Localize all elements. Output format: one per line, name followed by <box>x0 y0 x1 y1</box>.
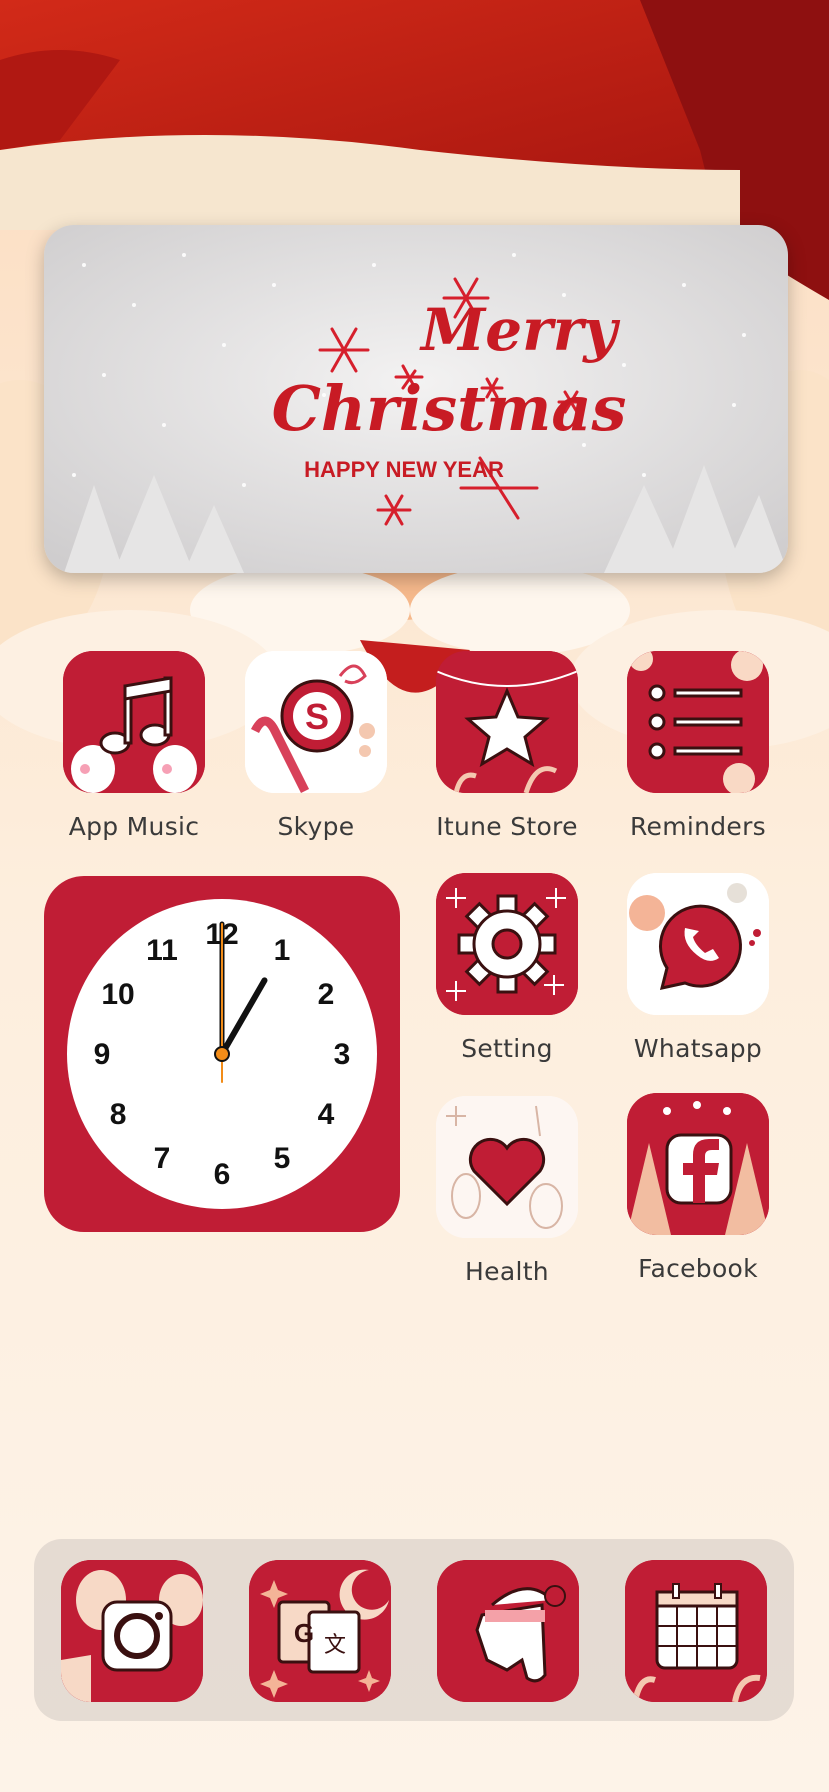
star-icon[interactable] <box>436 651 578 793</box>
clock-number: 5 <box>274 1142 291 1175</box>
app-whatsapp[interactable]: Whatsapp <box>618 873 778 1063</box>
music-note-icon[interactable] <box>63 651 205 793</box>
app-itune-store[interactable]: Itune Store <box>427 651 587 841</box>
app-label: Itune Store <box>436 812 578 841</box>
svg-text:文: 文 <box>324 1633 346 1658</box>
list-icon[interactable] <box>627 651 769 793</box>
clock-number: 1 <box>274 934 291 967</box>
camera-icon[interactable] <box>61 1560 203 1702</box>
clock-center <box>214 1046 230 1062</box>
clock-number: 9 <box>94 1038 111 1071</box>
app-label: Whatsapp <box>633 1034 763 1063</box>
calendar-icon[interactable] <box>625 1560 767 1702</box>
clock-widget[interactable]: 121234567891011 <box>44 876 400 1232</box>
app-label: Health <box>465 1257 549 1286</box>
clock-number: 7 <box>154 1142 171 1175</box>
evernote-icon[interactable] <box>437 1560 579 1702</box>
app-label: Reminders <box>629 812 767 841</box>
banner-subtitle: HAPPY NEW YEAR <box>304 457 504 482</box>
banner-title-merry: Merry <box>419 296 621 364</box>
app-label: Setting <box>461 1034 553 1063</box>
banner-title-christmas: Christmas <box>272 372 627 445</box>
svg-text:S: S <box>305 696 329 737</box>
gear-icon[interactable] <box>436 873 578 1015</box>
translate-icon[interactable]: G 文 <box>249 1560 391 1702</box>
app-music[interactable]: App Music <box>54 651 214 841</box>
facebook-icon[interactable] <box>627 1093 769 1235</box>
snow-scene: Merry Christmas HAPPY NEW YEAR <box>44 225 788 573</box>
app-label: Skype <box>277 812 355 841</box>
dock: G 文 <box>34 1539 794 1721</box>
clock-number: 8 <box>110 1098 127 1131</box>
app-label: App Music <box>68 812 200 841</box>
merry-christmas-widget[interactable]: Merry Christmas HAPPY NEW YEAR <box>44 225 788 573</box>
app-health[interactable]: Health <box>427 1096 587 1286</box>
app-skype[interactable]: S Skype <box>236 651 396 841</box>
clock-number: 3 <box>334 1038 351 1071</box>
whatsapp-icon[interactable] <box>627 873 769 1015</box>
clock-number: 6 <box>214 1158 231 1191</box>
heart-icon[interactable] <box>436 1096 578 1238</box>
clock-number: 10 <box>101 978 134 1011</box>
clock-number: 11 <box>146 934 178 967</box>
app-label: Facebook <box>638 1254 758 1283</box>
svg-text:G: G <box>294 1618 314 1648</box>
app-reminders[interactable]: Reminders <box>618 651 778 841</box>
clock-number: 2 <box>318 978 335 1011</box>
app-setting[interactable]: Setting <box>427 873 587 1063</box>
clock-number: 4 <box>318 1098 335 1131</box>
app-facebook[interactable]: Facebook <box>618 1093 778 1283</box>
skype-icon[interactable]: S <box>245 651 387 793</box>
